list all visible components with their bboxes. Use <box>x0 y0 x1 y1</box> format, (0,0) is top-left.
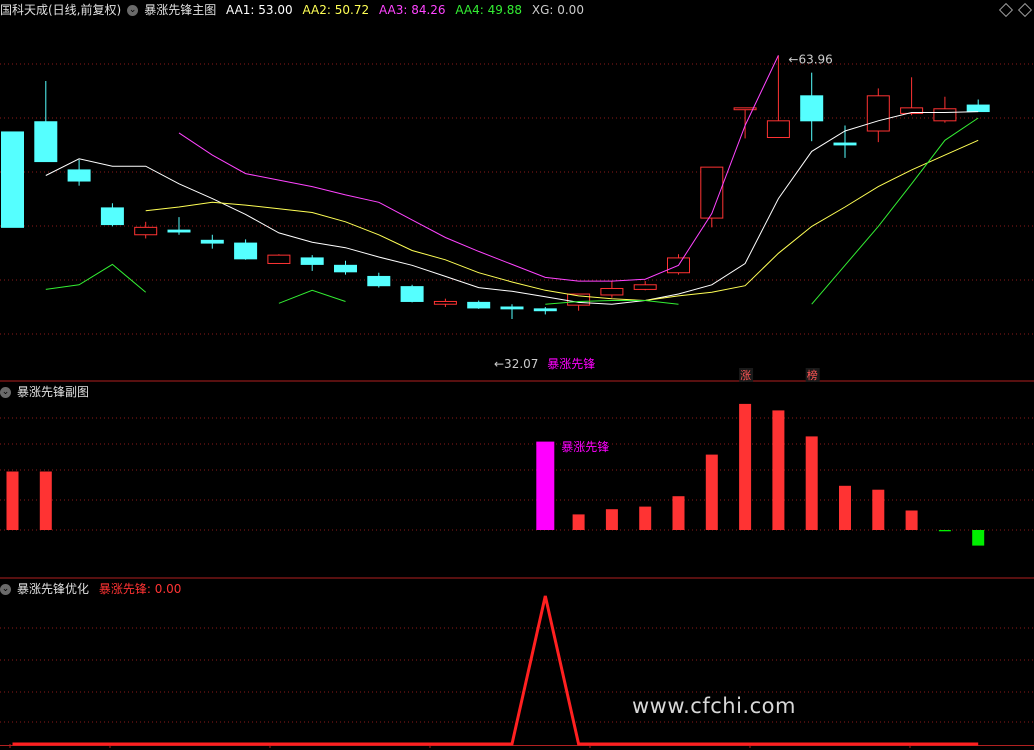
sub-bar <box>739 403 752 530</box>
sub-bar <box>6 471 19 530</box>
aa2-line <box>145 139 979 302</box>
candle-body <box>300 257 324 265</box>
aa4-line <box>811 117 979 305</box>
candle-body <box>833 142 857 146</box>
candle-body <box>134 226 158 236</box>
candle-body <box>234 242 258 260</box>
candle-body <box>933 108 957 122</box>
candle-body <box>633 284 657 290</box>
candle-body <box>433 300 457 305</box>
sub-bar <box>872 489 885 530</box>
candle-body <box>866 95 890 132</box>
candle-body <box>67 169 91 182</box>
candle-body <box>966 104 990 113</box>
sub-bar <box>605 509 618 530</box>
candle-body <box>367 275 391 287</box>
sub-bar <box>805 436 818 530</box>
tag-zhang: 涨 <box>740 369 751 382</box>
candle-body <box>34 121 58 163</box>
chart-canvas[interactable]: ←63.96←32.07 暴涨先锋涨 榜暴涨先锋 <box>0 0 1034 750</box>
candle-body <box>500 306 524 310</box>
candle-body <box>200 239 224 244</box>
watermark-text: www.cfchi.com <box>632 694 796 718</box>
candle-body <box>267 254 291 264</box>
tag-bang: 榜 <box>807 368 818 382</box>
aa1-line <box>45 111 979 305</box>
candle-body <box>533 308 557 312</box>
sub-bar <box>639 506 652 530</box>
aa4-line <box>545 300 679 305</box>
opt-signal-line <box>12 595 979 746</box>
candle-body <box>167 229 191 233</box>
high-label: ←63.96 <box>788 52 832 66</box>
sub-bar <box>938 530 951 532</box>
sub-bar <box>536 441 555 530</box>
candle-body <box>334 264 357 273</box>
sub-bar <box>839 485 851 530</box>
sub-bar <box>672 496 685 530</box>
sub-bar <box>972 530 985 546</box>
candle-body <box>1 131 24 228</box>
candle-body <box>100 207 124 226</box>
low-label: ←32.07 <box>494 357 538 371</box>
sub-bar <box>705 454 718 530</box>
sub-bar <box>772 410 785 530</box>
candle-body <box>400 286 424 302</box>
aa3-line <box>178 55 779 282</box>
candle-body <box>467 301 491 309</box>
candle-body <box>800 95 824 122</box>
sub-bar <box>572 514 585 530</box>
sub-bar <box>905 510 918 530</box>
signal-label-sub: 暴涨先锋 <box>561 439 609 454</box>
candle-body <box>766 120 790 138</box>
aa4-line <box>278 289 346 304</box>
aa4-line <box>45 263 147 293</box>
signal-label-main: 暴涨先锋 <box>547 356 595 371</box>
candle-body <box>600 287 624 296</box>
sub-bar <box>39 471 52 530</box>
